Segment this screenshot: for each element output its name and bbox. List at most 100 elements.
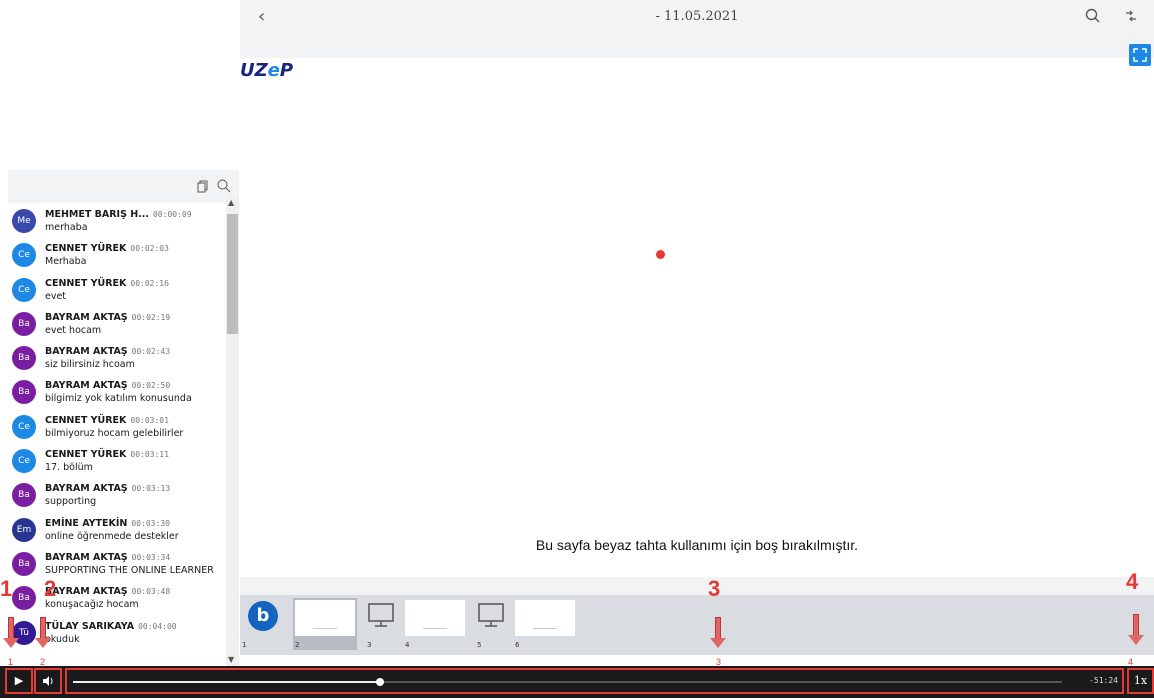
search-icon[interactable]: [1084, 7, 1102, 25]
slide-bottom-band: [240, 577, 1154, 595]
chat-message: Ba BAYRAM AKTAŞ 00:02:50 bilgimiz yok kat…: [8, 376, 226, 410]
chat-author: BAYRAM AKTAŞ 00:02:50: [45, 380, 171, 392]
chat-message: Ce CENNET YÜREK 00:02:16 evet: [8, 274, 226, 308]
chat-message: Ba BAYRAM AKTAŞ 00:02:43 siz bilirsiniz h…: [8, 342, 226, 376]
avatar: Em: [12, 517, 36, 542]
chat-text: 17. bölüm: [45, 462, 93, 474]
uzep-logo: UZeP: [240, 60, 294, 81]
seek-handle[interactable]: [375, 678, 384, 686]
thumbnail-number: 2: [295, 641, 300, 649]
chat-message: Ce CENNET YÜREK 00:03:01 bilmiyoruz hocam…: [8, 411, 226, 445]
avatar: Ce: [12, 243, 36, 268]
chat-text: bilgimiz yok katılım konusunda: [45, 393, 192, 405]
chat-author: CENNET YÜREK 00:02:03: [45, 243, 169, 255]
chat-author: BAYRAM AKTAŞ 00:02:43: [45, 346, 171, 358]
chat-message: Ba BAYRAM AKTAŞ 00:03:34 SUPPORTING THE O…: [8, 548, 226, 582]
annotation-small-2: 2: [40, 657, 46, 667]
annotation-label-3: 3: [708, 576, 721, 601]
chat-message: Ba BAYRAM AKTAŞ 00:03:13 supporting: [8, 479, 226, 513]
avatar: Ba: [12, 311, 36, 336]
screen-share-icon: [478, 603, 504, 627]
chat-text: konuşacağız hocam: [45, 599, 139, 611]
slide-thumbnail[interactable]: 6: [513, 598, 577, 650]
chat-author: BAYRAM AKTAŞ 00:02:19: [45, 311, 171, 323]
thumbnail-preview: [295, 600, 355, 636]
chat-author: BAYRAM AKTAŞ 00:03:13: [45, 483, 171, 495]
avatar: Me: [12, 209, 36, 233]
chat-message: Ce CENNET YÜREK 00:02:03 Merhaba: [8, 239, 226, 273]
chat-timestamp: 00:00:09: [153, 210, 192, 219]
slide-text: Bu sayfa beyaz tahta kullanımı için boş …: [535, 537, 859, 553]
swap-icon[interactable]: [1122, 7, 1140, 25]
chat-scrollbar[interactable]: ▲ ▼: [226, 196, 239, 666]
chat-author: CENNET YÜREK 00:02:16: [45, 277, 169, 289]
chat-timestamp: 00:03:34: [131, 552, 171, 562]
seek-bar[interactable]: -51:24: [65, 668, 1124, 694]
thumbnail-number: 6: [515, 641, 520, 649]
annotation-small-3: 3: [716, 657, 722, 667]
slide-thumbnail[interactable]: 2: [293, 598, 357, 650]
annotation-label-2: 2: [44, 576, 57, 601]
annotation-small-1: 1: [8, 657, 14, 667]
chat-message: Me MEHMET BARIŞ H... 00:00:09 merhaba: [8, 205, 226, 239]
chat-header: [8, 170, 239, 203]
avatar: Ce: [12, 277, 36, 302]
scroll-down-icon[interactable]: ▼: [228, 655, 234, 664]
chat-author: TÜLAY SARIKAYA 00:04:00: [45, 620, 177, 632]
annotation-small-4: 4: [1128, 657, 1134, 667]
volume-button[interactable]: [34, 668, 62, 694]
speed-button[interactable]: 1x: [1127, 668, 1154, 694]
chat-text: Merhaba: [45, 256, 87, 268]
chat-timestamp: 00:03:01: [130, 415, 169, 425]
scroll-up-icon[interactable]: ▲: [228, 198, 234, 207]
chat-text: siz bilirsiniz hcoam: [45, 359, 135, 371]
copy-icon[interactable]: [195, 178, 211, 194]
chat-text: SUPPORTING THE ONLINE LEARNER: [45, 564, 214, 576]
chat-text: evet: [45, 290, 67, 302]
avatar: Ba: [12, 483, 36, 508]
bigbluebutton-logo-icon: b: [248, 601, 278, 631]
chat-author: EMİNE AYTEKİN 00:03:30: [45, 517, 170, 529]
app-root: ‹ - 11.05.2021 UZeP Bu sayfa beyaz tahta…: [0, 0, 1154, 698]
remaining-time: -51:24: [1089, 676, 1118, 685]
fullscreen-icon[interactable]: [1129, 44, 1151, 66]
chat-author: BAYRAM AKTAŞ 00:03:48: [45, 586, 171, 598]
chat-text: bilmiyoruz hocam gelebilirler: [45, 427, 184, 439]
avatar: Ba: [12, 380, 36, 405]
play-button[interactable]: ▶: [5, 668, 33, 694]
chat-timestamp: 00:02:50: [131, 381, 171, 391]
chat-timestamp: 00:03:48: [131, 587, 171, 597]
presenter-pointer: [656, 250, 665, 259]
chat-author: MEHMET BARIŞ H... 00:00:09: [45, 209, 192, 220]
avatar: Ba: [12, 586, 36, 611]
thumbnail-number: 4: [405, 641, 410, 649]
seek-progress: [73, 681, 380, 683]
chat-timestamp: 00:02:43: [131, 347, 171, 357]
annotation-label-1: 1: [0, 576, 13, 601]
thumbnail-number: 3: [367, 641, 372, 649]
header-bar: ‹ - 11.05.2021: [240, 0, 1154, 34]
page-title: - 11.05.2021: [655, 9, 739, 24]
avatar: Ce: [12, 449, 36, 474]
screen-share-icon: [368, 603, 394, 627]
chat-timestamp: 00:02:19: [131, 312, 171, 322]
chat-timestamp: 00:03:13: [131, 484, 171, 494]
chat-search-icon[interactable]: [216, 178, 232, 194]
chat-timestamp: 00:03:30: [131, 518, 170, 528]
seek-track[interactable]: [73, 678, 1062, 686]
chat-timestamp: 00:03:11: [130, 450, 169, 460]
chat-author: BAYRAM AKTAŞ 00:03:34: [45, 551, 171, 563]
thumbnail-preview: [515, 600, 575, 636]
avatar: Ce: [12, 414, 36, 439]
media-player: ▶ -51:24 1x: [0, 666, 1154, 698]
chat-author: CENNET YÜREK 00:03:11: [45, 449, 169, 461]
chat-text: evet hocam: [45, 324, 102, 336]
thumbnail-number: 5: [477, 641, 482, 649]
chat-message: Ce CENNET YÜREK 00:03:11 17. bölüm: [8, 445, 226, 479]
chat-text: online öğrenmede destekler: [45, 530, 179, 542]
slide-thumbnail[interactable]: 4: [403, 598, 467, 650]
chat-text: merhaba: [45, 222, 88, 233]
avatar: Ba: [12, 551, 36, 576]
chat-author: CENNET YÜREK 00:03:01: [45, 414, 169, 426]
scroll-thumb[interactable]: [227, 214, 238, 334]
